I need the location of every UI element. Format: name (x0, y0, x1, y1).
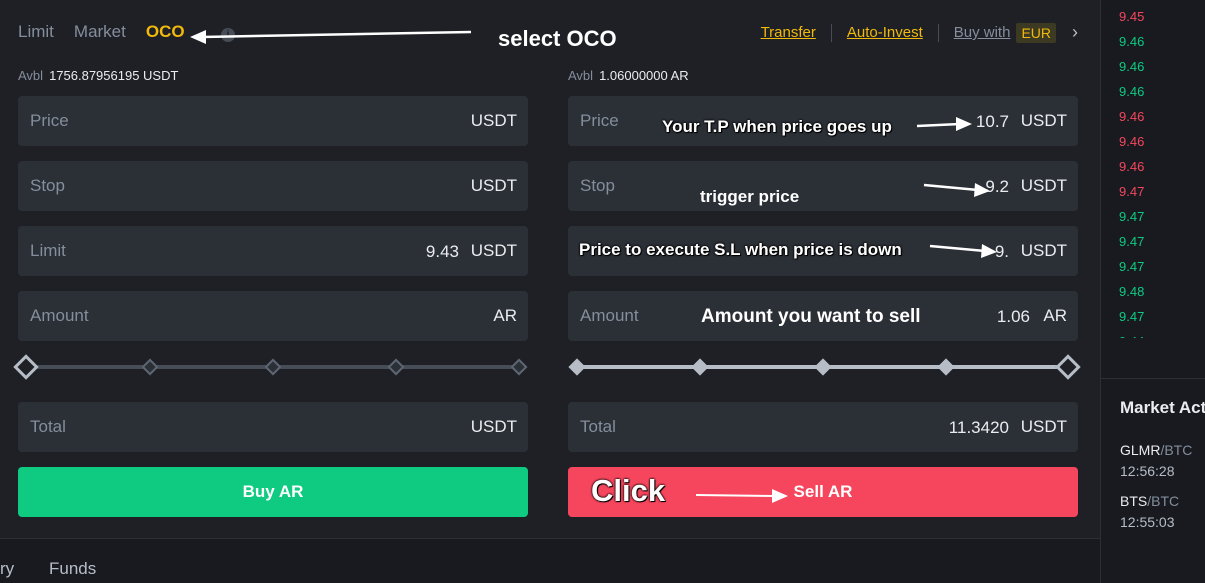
orderbook-fade (1101, 338, 1205, 378)
annotation-trigger: trigger price (700, 187, 800, 206)
field-unit: AR (493, 306, 517, 325)
buy-amount-slider[interactable] (13, 354, 528, 380)
field-unit: USDT (1020, 176, 1067, 195)
activity-time: 12:55:03 (1120, 514, 1175, 530)
sell-amount-slider[interactable] (568, 354, 1081, 380)
divider (1101, 378, 1205, 379)
field-unit: USDT (470, 241, 517, 260)
field-value: 11.3420 (948, 418, 1009, 437)
orderbook-price[interactable]: 9.46 (1119, 54, 1144, 79)
orderbook-price[interactable]: 9.45 (1119, 4, 1144, 29)
tab-oco[interactable]: OCO (146, 22, 185, 42)
field-unit: USDT (470, 417, 517, 436)
trade-panel: Limit Market OCO i Transfer Auto-Invest … (0, 0, 1100, 538)
field-unit: USDT (1020, 417, 1067, 436)
slider-step-100[interactable] (510, 358, 528, 376)
buy-price-field[interactable]: Price USDT (18, 96, 528, 146)
field-value: 10.7 (975, 112, 1009, 131)
orderbook-price[interactable]: 9.46 (1119, 104, 1144, 129)
transfer-link[interactable]: Transfer (746, 24, 831, 41)
slider-step-25[interactable] (691, 358, 709, 376)
field-value: 9. (994, 242, 1009, 261)
annotation-select-oco: select OCO (498, 26, 617, 51)
order-type-tabs: Limit Market OCO (18, 22, 185, 42)
buy-stop-field[interactable]: Stop USDT (18, 161, 528, 211)
tab-history[interactable]: ry (0, 559, 14, 579)
field-label: Stop (580, 176, 615, 195)
buy-with-link[interactable]: Buy with (939, 24, 1017, 41)
annotation-sl: Price to execute S.L when price is down (579, 240, 902, 259)
orderbook-price[interactable]: 9.46 (1119, 29, 1144, 54)
right-panel: 9.45 9.46 9.46 9.46 9.46 9.46 9.46 9.47 9.47 9.47… (1100, 0, 1205, 583)
field-unit: AR (1043, 306, 1067, 325)
market-activities-title: Market Act (1120, 398, 1205, 417)
field-value: 9.43 (425, 242, 459, 261)
currency-badge[interactable]: EUR (1016, 22, 1056, 43)
orderbook-price[interactable]: 9.48 (1119, 279, 1144, 304)
avbl-label: Avbl (568, 68, 594, 83)
orderbook-price[interactable]: 9.47 (1119, 229, 1144, 254)
slider-step-50[interactable] (264, 358, 282, 376)
orderbook-price[interactable]: 9.47 (1119, 304, 1144, 329)
buy-available: Avbl 1756.87956195 USDT (18, 68, 178, 83)
pair-quote: /BTC (1160, 442, 1193, 458)
buy-limit-field[interactable]: Limit 9.43 USDT (18, 226, 528, 276)
avbl-label: Avbl (18, 68, 44, 83)
pair-quote: /BTC (1147, 493, 1180, 509)
slider-step-75[interactable] (937, 358, 955, 376)
top-links: Transfer Auto-Invest Buy with EUR › (746, 22, 1078, 43)
buy-button[interactable]: Buy AR (18, 467, 528, 517)
field-label: Amount (30, 306, 89, 325)
field-label: Total (30, 417, 66, 436)
annotation-tp: Your T.P when price goes up (662, 117, 892, 136)
orderbook-price[interactable]: 9.46 (1119, 79, 1144, 104)
slider-step-75[interactable] (387, 358, 405, 376)
field-label: Price (30, 111, 69, 130)
slider-step-50[interactable] (814, 358, 832, 376)
auto-invest-link[interactable]: Auto-Invest (832, 24, 938, 41)
buy-amount-field[interactable]: Amount AR (18, 291, 528, 341)
slider-step-0[interactable] (568, 358, 586, 376)
sell-total-field[interactable]: Total 11.3420 USDT (568, 402, 1078, 452)
annotation-amount: Amount you want to sell (701, 306, 921, 327)
field-label: Price (580, 111, 619, 130)
field-unit: USDT (1020, 241, 1067, 260)
field-unit: USDT (470, 111, 517, 130)
slider-handle[interactable] (13, 354, 39, 380)
field-label: Total (580, 417, 616, 436)
sell-available: Avbl 1.06000000 AR (568, 68, 689, 83)
bottom-tabs-bar (0, 538, 1100, 583)
orderbook-price[interactable]: 9.47 (1119, 254, 1144, 279)
annotation-click: Click (591, 473, 666, 508)
field-unit: USDT (470, 176, 517, 195)
tab-market[interactable]: Market (74, 22, 126, 42)
field-value: 1.06 (996, 307, 1030, 326)
buy-total-field[interactable]: Total USDT (18, 402, 528, 452)
avbl-value: 1.06000000 AR (599, 68, 689, 83)
slider-handle[interactable] (1055, 354, 1081, 380)
orderbook-price[interactable]: 9.47 (1119, 179, 1144, 204)
avbl-value: 1756.87956195 USDT (49, 68, 179, 83)
sell-stop-field[interactable]: Stop 9.2 USDT (568, 161, 1078, 211)
chevron-right-icon[interactable]: › (1072, 22, 1078, 43)
orderbook-price[interactable]: 9.46 (1119, 129, 1144, 154)
pair-base: BTS (1120, 493, 1148, 509)
market-activity-item[interactable]: BTS/BTC 12:55:03 (1120, 491, 1179, 533)
orderbook-prices: 9.45 9.46 9.46 9.46 9.46 9.46 9.46 9.47 9.47 9.47… (1119, 4, 1144, 354)
field-label: Limit (30, 241, 66, 260)
activity-time: 12:56:28 (1120, 463, 1175, 479)
field-value: 9.2 (985, 177, 1009, 196)
field-label: Amount (580, 306, 639, 325)
tab-limit[interactable]: Limit (18, 22, 54, 42)
tab-funds[interactable]: Funds (49, 559, 96, 579)
field-label: Stop (30, 176, 65, 195)
orderbook-price[interactable]: 9.47 (1119, 204, 1144, 229)
slider-step-25[interactable] (141, 358, 159, 376)
pair-base: GLMR (1120, 442, 1161, 458)
field-unit: USDT (1020, 111, 1067, 130)
orderbook-price[interactable]: 9.46 (1119, 154, 1144, 179)
market-activity-item[interactable]: GLMR/BTC 12:56:28 (1120, 440, 1192, 482)
info-icon[interactable]: i (221, 28, 235, 42)
